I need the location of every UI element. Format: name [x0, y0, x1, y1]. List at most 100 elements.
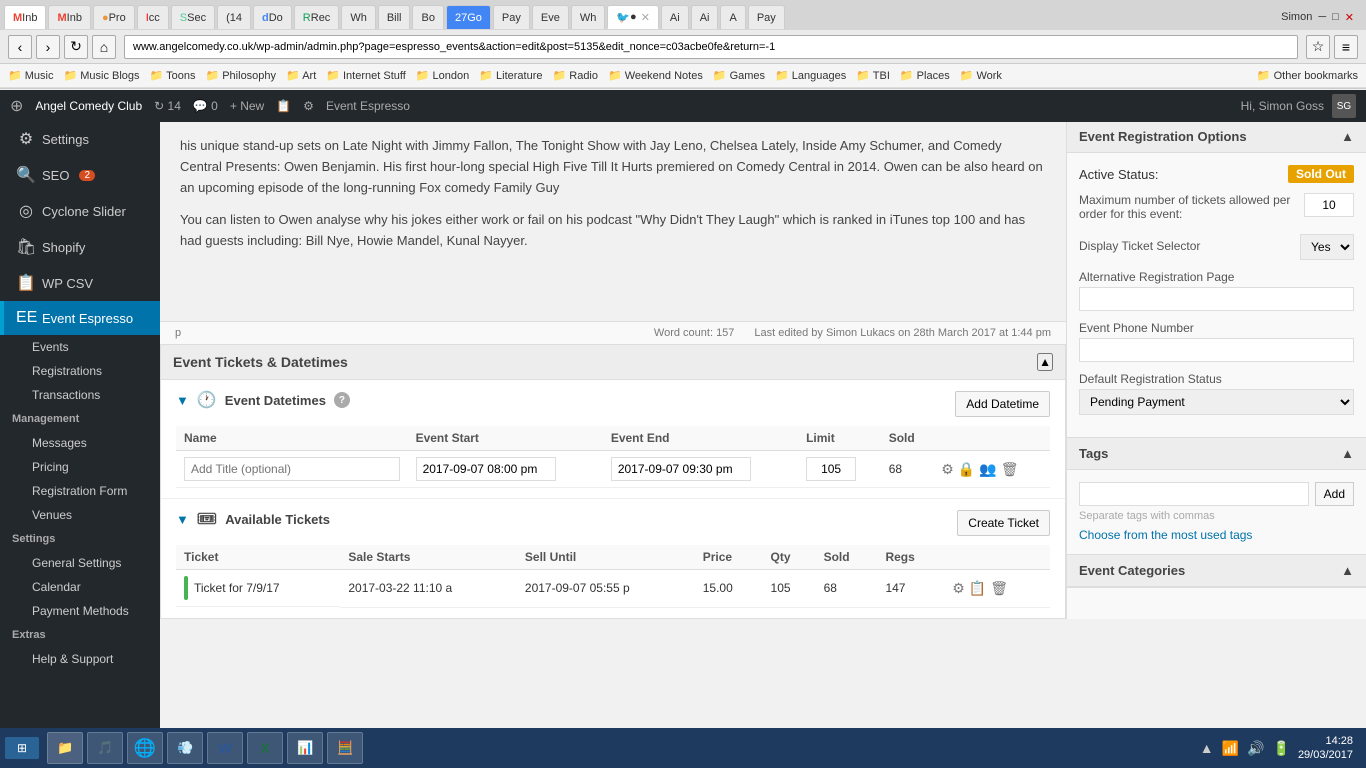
bookmark-music-blogs[interactable]: 📁 Music Blogs — [63, 69, 139, 82]
taskbar-app-itunes[interactable]: 🎵 — [87, 732, 123, 764]
bookmark-toons[interactable]: 📁 Toons — [150, 69, 196, 82]
sidebar-sub-events[interactable]: Events — [0, 335, 160, 359]
settings-icon[interactable]: ≡ — [1334, 35, 1358, 59]
bookmark-music[interactable]: 📁 Music — [8, 69, 53, 82]
sidebar-item-event-espresso[interactable]: EE Event Espresso — [0, 301, 160, 335]
bookmark-icon[interactable]: ☆ — [1306, 35, 1330, 59]
sidebar-item-settings[interactable]: ⚙ Settings — [0, 121, 160, 157]
tags-collapse-icon[interactable]: ▲ — [1341, 446, 1354, 461]
settings-gear-icon[interactable]: ⚙ — [941, 461, 954, 478]
most-used-tags-link[interactable]: Choose from the most used tags — [1079, 528, 1354, 542]
tray-battery-icon[interactable]: 🔋 — [1273, 740, 1290, 757]
datetime-start-cell[interactable]: 2017-09-07 08:00 pm — [408, 451, 603, 488]
tab-ai2[interactable]: Ai — [691, 5, 719, 29]
sidebar-item-wp-csv[interactable]: 📋 WP CSV — [0, 265, 160, 301]
tab-ai[interactable]: Ai — [661, 5, 689, 29]
sidebar-item-cyclone-slider[interactable]: ◎ Cyclone Slider — [0, 193, 160, 229]
sidebar-pricing[interactable]: Pricing — [0, 455, 160, 479]
tab-pro[interactable]: ● Pro — [93, 5, 135, 29]
bookmark-other[interactable]: 📁 Other bookmarks — [1257, 69, 1358, 82]
tab-14[interactable]: (14 — [217, 5, 251, 29]
taskbar-app-word[interactable]: W — [207, 732, 243, 764]
updates-link[interactable]: ↻ 14 — [154, 99, 181, 113]
taskbar-app-pivot[interactable]: 📊 — [287, 732, 323, 764]
datetime-name-cell[interactable] — [176, 451, 408, 488]
tray-volume-icon[interactable]: 🔊 — [1247, 740, 1264, 757]
bookmark-places[interactable]: 📁 Places — [900, 69, 950, 82]
people-icon[interactable]: 👥 — [979, 461, 996, 478]
datetime-limit-cell[interactable]: 105 — [798, 451, 881, 488]
close-window-icon[interactable]: ✕ — [1345, 11, 1354, 24]
tab-bo[interactable]: Bo — [412, 5, 443, 29]
wp-logo-icon[interactable]: ⊕ — [10, 96, 23, 116]
max-tickets-input[interactable]: 10 — [1304, 193, 1354, 217]
sidebar-sub-registrations[interactable]: Registrations — [0, 359, 160, 383]
address-input[interactable]: www.angelcomedy.co.uk/wp-admin/admin.php… — [124, 35, 1298, 59]
comments-link[interactable]: 💬 0 — [193, 99, 218, 113]
tab-pay2[interactable]: Pay — [748, 5, 785, 29]
bookmark-work[interactable]: 📁 Work — [960, 69, 1002, 82]
tab-rec[interactable]: R Rec — [294, 5, 340, 29]
tab-gmail[interactable]: M Inb — [4, 5, 46, 29]
maximize-icon[interactable]: □ — [1332, 11, 1339, 23]
add-datetime-button[interactable]: Add Datetime — [955, 391, 1050, 417]
sidebar-help-support[interactable]: Help & Support — [0, 647, 160, 671]
tab-pay[interactable]: Pay — [493, 5, 530, 29]
datetime-name-input[interactable] — [184, 457, 400, 481]
minimize-icon[interactable]: ─ — [1318, 11, 1326, 23]
sidebar-item-seo[interactable]: 🔍 SEO 2 — [0, 157, 160, 193]
bookmark-art[interactable]: 📁 Art — [286, 69, 316, 82]
avatar[interactable]: SG — [1332, 94, 1356, 118]
editor-body[interactable]: his unique stand-up sets on Late Night w… — [160, 121, 1066, 321]
bookmark-london[interactable]: 📁 London — [416, 69, 469, 82]
site-name[interactable]: Angel Comedy Club — [35, 99, 142, 113]
forms-icon[interactable]: 📋 — [276, 99, 291, 113]
taskbar-app-steam[interactable]: 💨 — [167, 732, 203, 764]
section-collapse-button[interactable]: ▲ — [1037, 353, 1053, 371]
tray-network-icon[interactable]: 📶 — [1222, 740, 1239, 757]
tickets-collapse-icon[interactable]: ▼ — [176, 512, 189, 527]
bookmark-weekend-notes[interactable]: 📁 Weekend Notes — [608, 69, 703, 82]
sidebar-payment-methods[interactable]: Payment Methods — [0, 599, 160, 623]
tab-icc[interactable]: I cc — [137, 5, 169, 29]
tags-input[interactable] — [1079, 482, 1309, 506]
datetime-start-input[interactable]: 2017-09-07 08:00 pm — [416, 457, 556, 481]
close-icon[interactable]: ✕ — [641, 11, 650, 24]
tab-a[interactable]: A — [720, 5, 745, 29]
collapse-icon[interactable]: ▼ — [176, 393, 189, 408]
sidebar-item-shopify[interactable]: 🛍 Shopify — [0, 229, 160, 265]
bookmark-internet-stuff[interactable]: 📁 Internet Stuff — [326, 69, 406, 82]
add-tag-button[interactable]: Add — [1315, 482, 1354, 506]
categories-collapse-icon[interactable]: ▲ — [1341, 563, 1354, 578]
trash-icon[interactable]: 🗑 — [1001, 461, 1019, 478]
taskbar-app-calculator[interactable]: 🧮 — [327, 732, 363, 764]
forward-button[interactable]: › — [36, 35, 60, 59]
datetime-end-input[interactable]: 2017-09-07 09:30 pm — [611, 457, 751, 481]
help-icon[interactable]: ? — [334, 392, 350, 408]
sidebar-general-settings[interactable]: General Settings — [0, 551, 160, 575]
bookmark-philosophy[interactable]: 📁 Philosophy — [205, 69, 276, 82]
tab-sec[interactable]: S Sec — [171, 5, 215, 29]
tray-arrow-icon[interactable]: ▲ — [1200, 740, 1214, 756]
home-button[interactable]: ⌂ — [92, 35, 116, 59]
tab-gmail2[interactable]: M Inb — [48, 5, 90, 29]
sidebar-registration-form[interactable]: Registration Form — [0, 479, 160, 503]
event-espresso-link[interactable]: Event Espresso — [326, 99, 410, 113]
display-ticket-selector-select[interactable]: Yes No — [1300, 234, 1354, 260]
default-reg-status-select[interactable]: Pending Payment Approved Not Approved — [1079, 389, 1354, 415]
datetime-limit-input[interactable]: 105 — [806, 457, 856, 481]
tab-active[interactable]: 🐦 ● ✕ — [607, 5, 659, 29]
start-button[interactable]: ⊞ — [5, 737, 39, 759]
sidebar-sub-transactions[interactable]: Transactions — [0, 383, 160, 407]
ticket-settings-icon[interactable]: ⚙ — [952, 580, 965, 597]
back-button[interactable]: ‹ — [8, 35, 32, 59]
tab-bill[interactable]: Bill — [378, 5, 411, 29]
bookmark-radio[interactable]: 📁 Radio — [553, 69, 599, 82]
sidebar-calendar[interactable]: Calendar — [0, 575, 160, 599]
collapse-arrow-icon[interactable]: ▲ — [1341, 129, 1354, 144]
taskbar-app-explorer[interactable]: 📁 — [47, 732, 83, 764]
ticket-copy-icon[interactable]: 📋 — [969, 580, 986, 597]
sidebar-messages[interactable]: Messages — [0, 431, 160, 455]
create-ticket-button[interactable]: Create Ticket — [957, 510, 1050, 536]
refresh-button[interactable]: ↻ — [64, 35, 88, 59]
